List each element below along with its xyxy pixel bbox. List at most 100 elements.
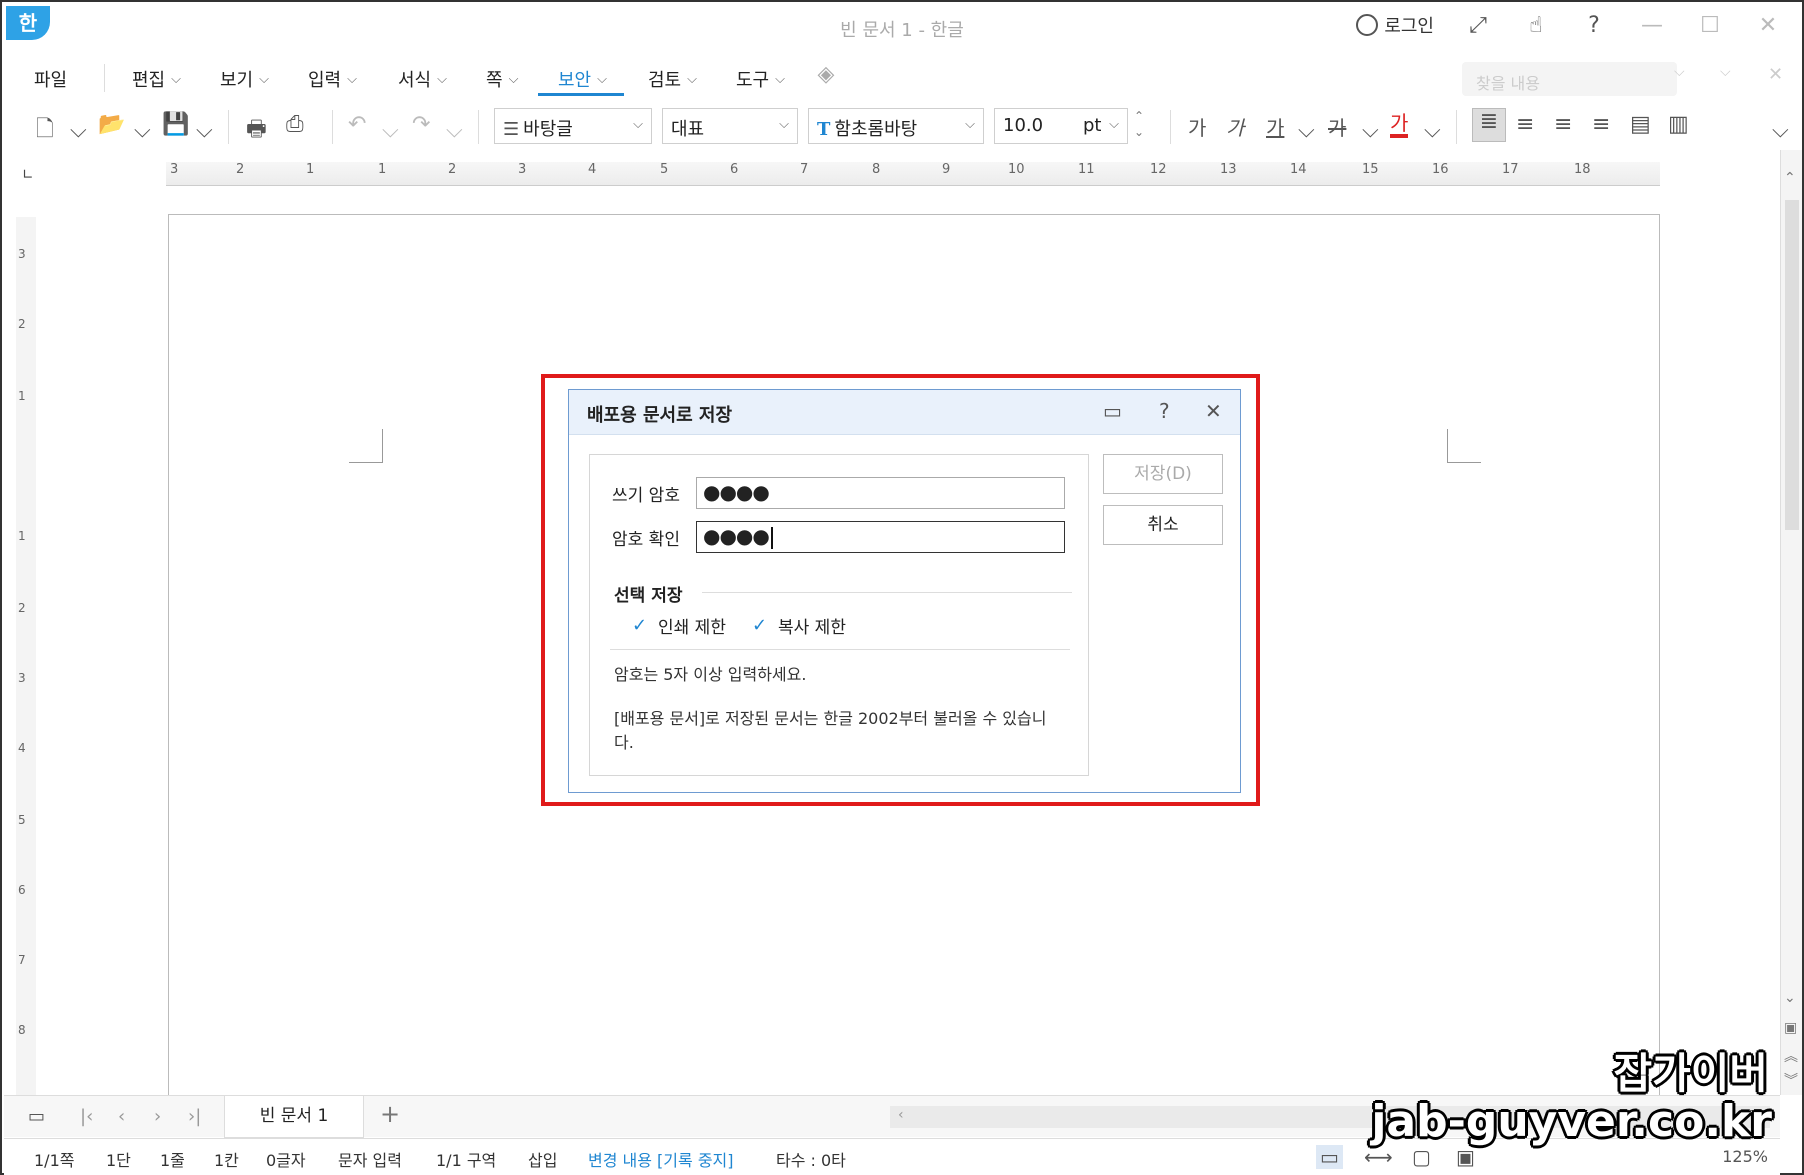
status-track-changes[interactable]: 변경 내용 [기록 중지] xyxy=(588,1147,734,1171)
minimize-icon[interactable]: — xyxy=(1638,13,1666,38)
compatibility-note: [배포용 문서]로 저장된 문서는 한글 2002부터 불러올 수 있습니다. xyxy=(614,709,1047,752)
next-tab-icon[interactable]: › xyxy=(154,1106,161,1127)
previous-page-icon[interactable]: ︽ xyxy=(1784,1046,1798,1066)
align-left-icon[interactable]: ≡ xyxy=(1516,112,1534,137)
italic-button[interactable]: 가 xyxy=(1226,112,1244,141)
font-size-stepper[interactable]: ⌃ ⌄ xyxy=(1134,108,1144,140)
fit-width-icon[interactable]: ⟷ xyxy=(1364,1145,1393,1169)
print-preview-icon[interactable]: ⎙ xyxy=(286,112,304,137)
expand-icon[interactable]: ⤢ xyxy=(1464,13,1492,38)
chevron-down-icon[interactable]: ⌵ xyxy=(70,118,87,143)
dialog-help-icon[interactable]: ? xyxy=(1159,399,1170,423)
zoom-level[interactable]: 125% xyxy=(1722,1147,1768,1166)
confirm-password-input[interactable]: ●●●● xyxy=(696,521,1065,553)
copy-restrict-checkbox[interactable]: ✓ 복사 제한 xyxy=(752,613,846,638)
confirm-password-value: ●●●● xyxy=(703,524,770,548)
status-insert[interactable]: 삽입 xyxy=(528,1147,557,1171)
undo-icon[interactable]: ↶ xyxy=(348,112,366,137)
checkmark-icon: ✓ xyxy=(752,614,768,636)
font-select[interactable]: T 함초롬바탕 ⌵ xyxy=(808,108,984,144)
tab-type-icon[interactable]: ∟ xyxy=(22,167,34,183)
align-justify-icon[interactable]: ≣ xyxy=(1472,108,1506,142)
comment-icon[interactable]: ▭ xyxy=(1103,399,1122,423)
menu-page[interactable]: 쪽 ⌵ xyxy=(486,66,518,92)
maximize-icon[interactable]: ☐ xyxy=(1696,13,1724,38)
chevron-down-icon[interactable]: ⌵ xyxy=(1362,118,1379,143)
dialog-title: 배포용 문서로 저장 xyxy=(587,405,733,426)
underline-button[interactable]: 가 xyxy=(1266,112,1284,141)
menu-format-label: 서식 xyxy=(398,70,432,91)
strikethrough-button[interactable]: 가 xyxy=(1328,112,1346,141)
language-select[interactable]: 대표 ⌵ xyxy=(662,108,798,144)
bold-button[interactable]: 가 xyxy=(1188,112,1206,141)
close-icon[interactable]: ✕ xyxy=(1754,13,1782,38)
first-tab-icon[interactable]: |‹ xyxy=(80,1106,93,1127)
previous-tab-icon[interactable]: ‹ xyxy=(118,1106,125,1127)
write-password-input[interactable]: ●●●● xyxy=(696,477,1065,509)
cancel-button[interactable]: 취소 xyxy=(1103,505,1223,545)
open-folder-icon[interactable]: 📂 xyxy=(98,112,125,137)
login-button[interactable]: 로그인 xyxy=(1356,12,1434,38)
status-col: 1칸 xyxy=(214,1151,239,1170)
horizontal-ruler[interactable]: 3 2 1 1 2 3 4 5 6 7 8 9 10 11 12 13 14 1… xyxy=(166,162,1660,186)
save-button[interactable]: 저장(D) xyxy=(1103,454,1223,494)
dialog-close-icon[interactable]: ✕ xyxy=(1205,399,1222,423)
font-color-button[interactable]: 가 xyxy=(1390,112,1409,138)
font-size-input[interactable]: 10.0 pt ⌵ xyxy=(994,108,1128,144)
distribute-icon[interactable]: ▤ xyxy=(1630,112,1651,137)
save-icon[interactable]: 💾 xyxy=(162,112,189,137)
status-page[interactable]: 1/1쪽 xyxy=(34,1147,74,1171)
toolbar-more-icon[interactable]: ⌵ xyxy=(1772,118,1789,143)
touch-hand-icon[interactable]: ☝ xyxy=(1522,13,1550,38)
divide-icon[interactable]: ▥ xyxy=(1668,112,1689,137)
page-view-icon[interactable]: ▭ xyxy=(1316,1145,1343,1169)
scroll-down-icon[interactable]: ⌄ xyxy=(1784,990,1796,1006)
align-right-icon[interactable]: ≡ xyxy=(1592,112,1610,137)
menu-review[interactable]: 검토 ⌵ xyxy=(648,66,697,92)
chevron-down-icon: ⌵ xyxy=(779,117,789,132)
chevron-down-icon[interactable]: ⌵ xyxy=(134,118,151,143)
vertical-ruler[interactable]: 3 2 1 1 2 3 4 5 6 7 8 xyxy=(16,217,36,1097)
print-restrict-checkbox[interactable]: ✓ 인쇄 제한 xyxy=(632,613,726,638)
last-tab-icon[interactable]: ›| xyxy=(188,1106,201,1127)
new-document-icon[interactable]: 🗋 xyxy=(36,112,54,150)
find-dropdown-icon[interactable]: ⌵ xyxy=(1674,64,1685,80)
style-select[interactable]: ☰ 바탕글 ⌵ xyxy=(494,108,652,144)
chevron-down-icon[interactable]: ⌵ xyxy=(1424,118,1441,143)
font-size-value: 10.0 xyxy=(1003,115,1044,136)
menu-view[interactable]: 보기 ⌵ xyxy=(220,66,269,92)
ruler-label: 17 xyxy=(1502,162,1519,177)
menu-file[interactable]: 파일 xyxy=(34,66,67,92)
find-input[interactable]: 찾을 내용 xyxy=(1462,62,1677,96)
chevron-down-icon[interactable]: ⌵ xyxy=(1298,118,1315,143)
full-page-icon[interactable]: ▢ xyxy=(1412,1145,1431,1169)
multi-page-icon[interactable]: ▣ xyxy=(1456,1145,1475,1169)
chevron-down-icon[interactable]: ⌵ xyxy=(382,118,399,143)
menu-input[interactable]: 입력 ⌵ xyxy=(308,66,357,92)
redo-icon[interactable]: ↷ xyxy=(412,112,430,137)
page-view-icon[interactable]: ▣ xyxy=(1784,1020,1797,1036)
add-tab-button[interactable]: + xyxy=(380,1100,400,1128)
ruler-label: 1 xyxy=(378,162,387,177)
vertical-scrollbar[interactable]: ⌃ ⌄ ▣ ︽ ︾ xyxy=(1780,150,1802,1095)
chevron-down-icon[interactable]: ⌵ xyxy=(446,118,463,143)
print-icon[interactable]: 🖶 xyxy=(246,112,267,150)
menu-security[interactable]: 보안 ⌵ xyxy=(558,66,607,92)
next-page-icon[interactable]: ︾ xyxy=(1784,1070,1798,1090)
menu-edit[interactable]: 편집 ⌵ xyxy=(132,66,181,92)
scroll-up-icon[interactable]: ⌃ xyxy=(1784,170,1796,186)
scrollbar-thumb[interactable] xyxy=(1785,200,1799,530)
help-icon[interactable]: ? xyxy=(1580,13,1608,38)
menu-file-label: 파일 xyxy=(34,70,68,91)
menu-tools[interactable]: 도구 ⌵ xyxy=(736,66,785,92)
document-tab[interactable]: 빈 문서 1 xyxy=(224,1096,364,1138)
ribbon-collapse-icon[interactable]: ⌵ xyxy=(1720,64,1731,80)
shapes-icon[interactable]: ◈ xyxy=(812,62,840,87)
ruler-label: 1 xyxy=(18,389,26,403)
scroll-left-icon[interactable]: ‹ xyxy=(898,1107,904,1123)
menu-format[interactable]: 서식 ⌵ xyxy=(398,66,447,92)
ribbon-close-icon[interactable]: ✕ xyxy=(1768,64,1783,85)
align-center-icon[interactable]: ≡ xyxy=(1554,112,1572,137)
page-layout-icon[interactable]: ▭ xyxy=(28,1106,45,1127)
chevron-down-icon[interactable]: ⌵ xyxy=(196,118,213,143)
